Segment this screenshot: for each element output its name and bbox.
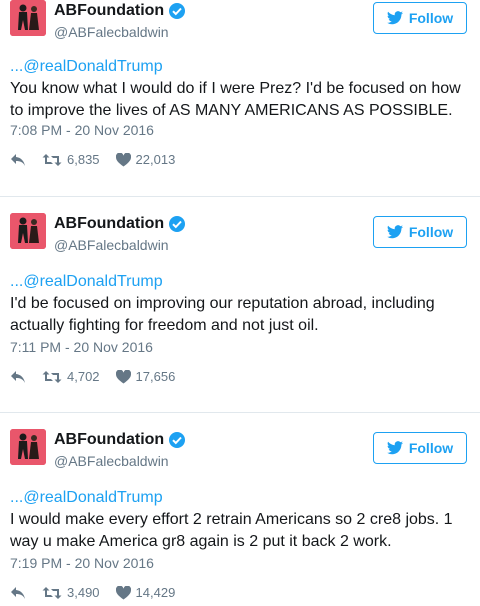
twitter-bird-icon xyxy=(386,441,403,455)
avatar[interactable] xyxy=(10,0,46,36)
handle[interactable]: @ABFalecbaldwin xyxy=(54,453,186,469)
retweet-button[interactable]: 4,702 xyxy=(42,369,100,384)
heart-icon xyxy=(115,585,131,599)
display-name-text[interactable]: ABFoundation xyxy=(54,431,164,449)
twitter-bird-icon xyxy=(386,225,403,239)
retweet-button[interactable]: 3,490 xyxy=(42,585,100,600)
display-name[interactable]: ABFoundation xyxy=(54,215,186,233)
like-count: 14,429 xyxy=(135,585,176,600)
follow-button[interactable]: Follow xyxy=(373,216,467,248)
avatar[interactable] xyxy=(10,213,46,249)
like-button[interactable]: 22,013 xyxy=(115,152,176,167)
retweet-button[interactable]: 6,835 xyxy=(42,152,100,167)
timestamp[interactable]: 7:08 PM - 20 Nov 2016 xyxy=(10,122,154,138)
reply-icon xyxy=(11,370,25,383)
retweet-count: 6,835 xyxy=(67,152,100,167)
tweet-card: ABFoundation @ABFalecbaldwin Follow ...@… xyxy=(0,196,480,412)
reply-icon xyxy=(11,153,25,166)
tweet-card: ABFoundation @ABFalecbaldwin Follow ...@… xyxy=(0,0,480,196)
tweet-text: ...@realDonaldTrump You know what I woul… xyxy=(10,56,470,122)
twitter-bird-icon xyxy=(386,11,403,25)
timestamp[interactable]: 7:19 PM - 20 Nov 2016 xyxy=(10,555,154,571)
retweet-icon xyxy=(42,153,62,166)
reply-icon xyxy=(11,586,25,599)
avatar[interactable] xyxy=(10,429,46,465)
retweet-count: 3,490 xyxy=(67,585,100,600)
like-button[interactable]: 17,656 xyxy=(115,369,176,384)
like-count: 17,656 xyxy=(135,369,176,384)
heart-icon xyxy=(115,369,131,383)
retweet-count: 4,702 xyxy=(67,369,100,384)
follow-label: Follow xyxy=(408,10,454,26)
follow-label: Follow xyxy=(408,224,454,240)
tweet-body: I would make every effort 2 retrain Amer… xyxy=(10,511,453,550)
follow-label: Follow xyxy=(408,440,454,456)
display-name-text[interactable]: ABFoundation xyxy=(54,2,164,20)
verified-icon xyxy=(168,2,186,20)
mention-link[interactable]: ...@realDonaldTrump xyxy=(10,489,163,506)
tweet-body: You know what I would do if I were Prez?… xyxy=(10,80,461,119)
tweet-text: ...@realDonaldTrump I would make every e… xyxy=(10,487,470,553)
verified-icon xyxy=(168,431,186,449)
reply-button[interactable] xyxy=(10,153,26,167)
follow-button[interactable]: Follow xyxy=(373,432,467,464)
tweet-body: I'd be focused on improving our reputati… xyxy=(10,295,435,334)
tweet-actions: 6,835 22,013 xyxy=(10,152,191,167)
timestamp[interactable]: 7:11 PM - 20 Nov 2016 xyxy=(10,339,153,355)
handle[interactable]: @ABFalecbaldwin xyxy=(54,24,186,40)
verified-icon xyxy=(168,215,186,233)
mention-link[interactable]: ...@realDonaldTrump xyxy=(10,58,163,75)
like-count: 22,013 xyxy=(135,152,176,167)
tweet-actions: 4,702 17,656 xyxy=(10,369,191,384)
retweet-icon xyxy=(42,586,62,599)
mention-link[interactable]: ...@realDonaldTrump xyxy=(10,273,163,290)
tweet-text: ...@realDonaldTrump I'd be focused on im… xyxy=(10,271,470,337)
tweet-actions: 3,490 14,429 xyxy=(10,585,191,600)
handle[interactable]: @ABFalecbaldwin xyxy=(54,237,186,253)
like-button[interactable]: 14,429 xyxy=(115,585,176,600)
follow-button[interactable]: Follow xyxy=(373,2,467,34)
reply-button[interactable] xyxy=(10,370,26,384)
tweet-card: ABFoundation @ABFalecbaldwin Follow ...@… xyxy=(0,412,480,600)
retweet-icon xyxy=(42,370,62,383)
reply-button[interactable] xyxy=(10,586,26,600)
heart-icon xyxy=(115,152,131,166)
display-name[interactable]: ABFoundation xyxy=(54,2,186,20)
display-name-text[interactable]: ABFoundation xyxy=(54,215,164,233)
display-name[interactable]: ABFoundation xyxy=(54,431,186,449)
